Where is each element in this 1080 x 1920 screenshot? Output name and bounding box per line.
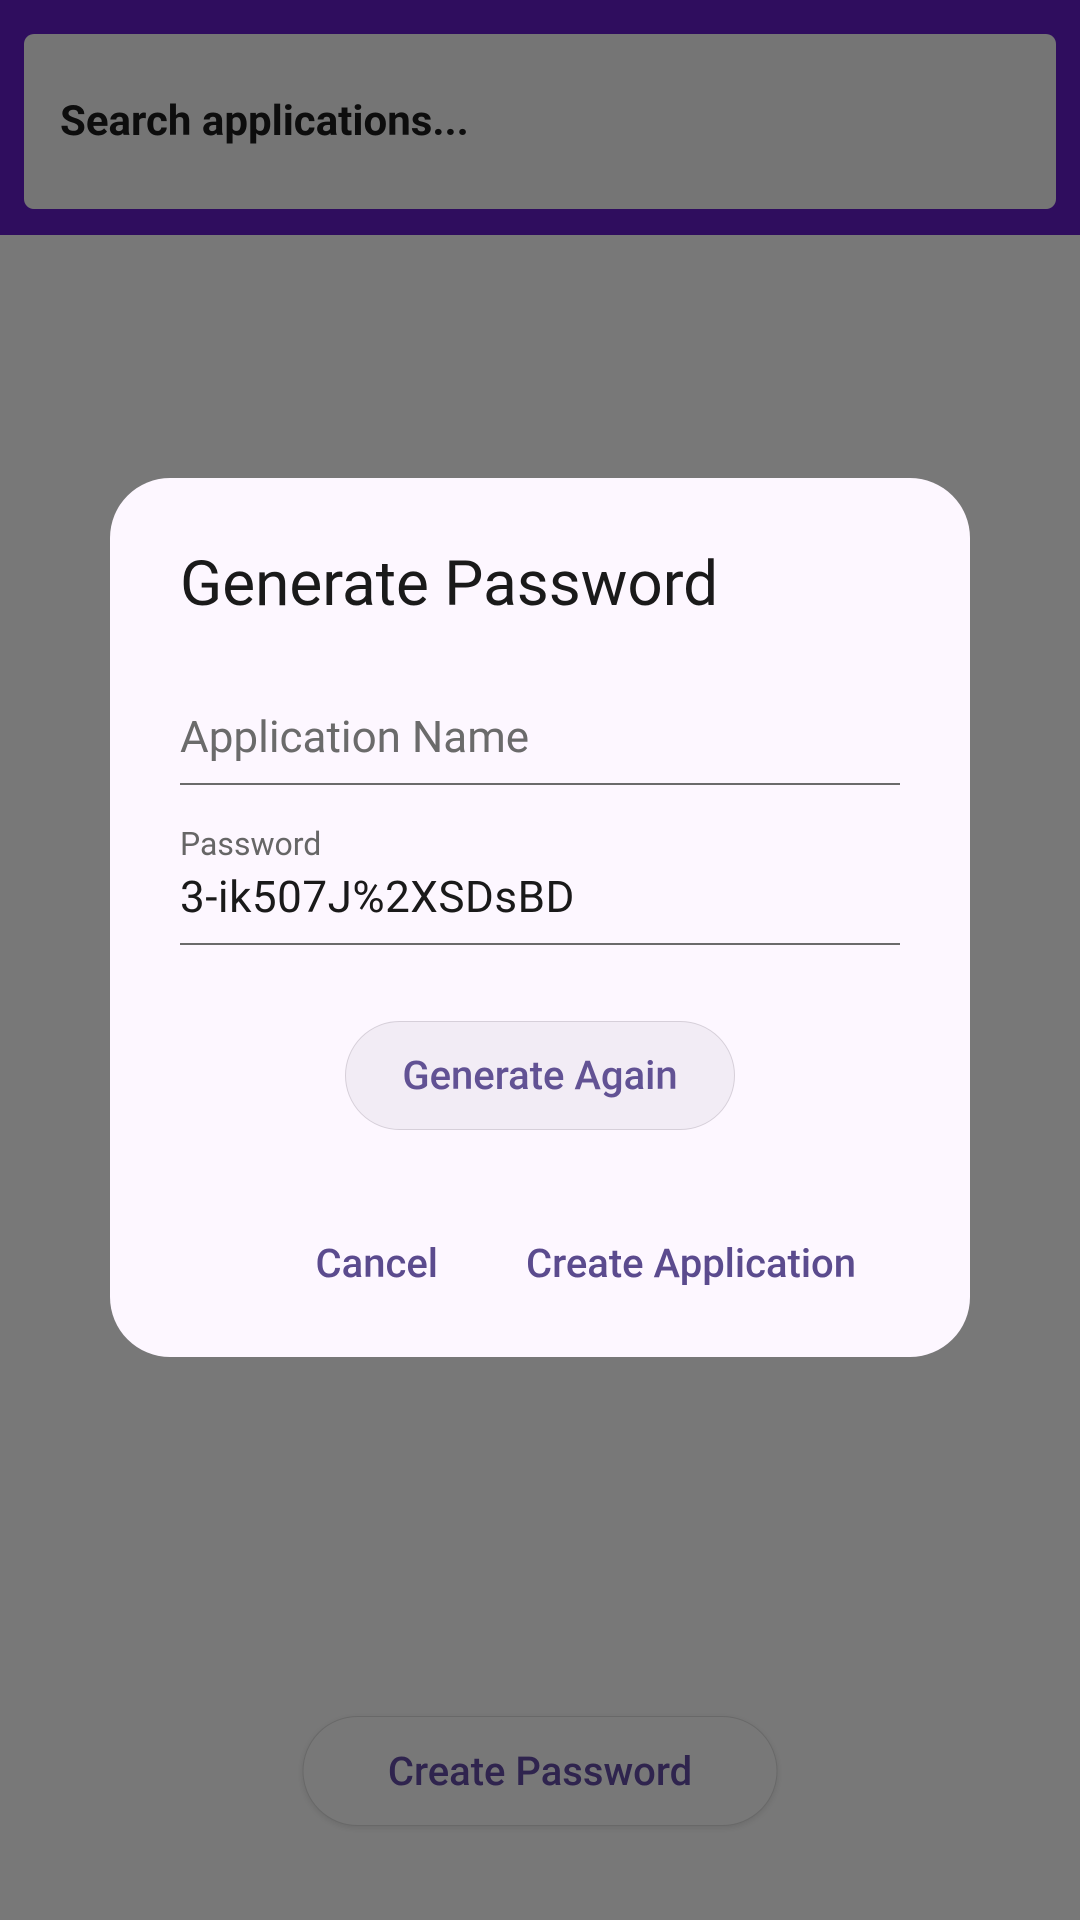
password-field[interactable]: Password 3-ik507J%2XSDsBD [180,825,900,945]
create-application-button[interactable]: Create Application [502,1220,880,1307]
dialog-actions: Cancel Create Application [180,1220,900,1307]
password-value: 3-ik507J%2XSDsBD [180,871,900,923]
dialog-title: Generate Password [180,548,900,621]
cancel-button[interactable]: Cancel [292,1220,462,1307]
generate-again-button[interactable]: Generate Again [345,1021,734,1130]
generate-again-label: Generate Again [402,1052,677,1099]
application-name-field[interactable]: Application Name [180,711,900,785]
password-label: Password [180,825,900,863]
application-name-placeholder: Application Name [180,711,900,763]
generate-password-dialog: Generate Password Application Name Passw… [110,478,970,1357]
pill-row: Generate Again [180,985,900,1130]
